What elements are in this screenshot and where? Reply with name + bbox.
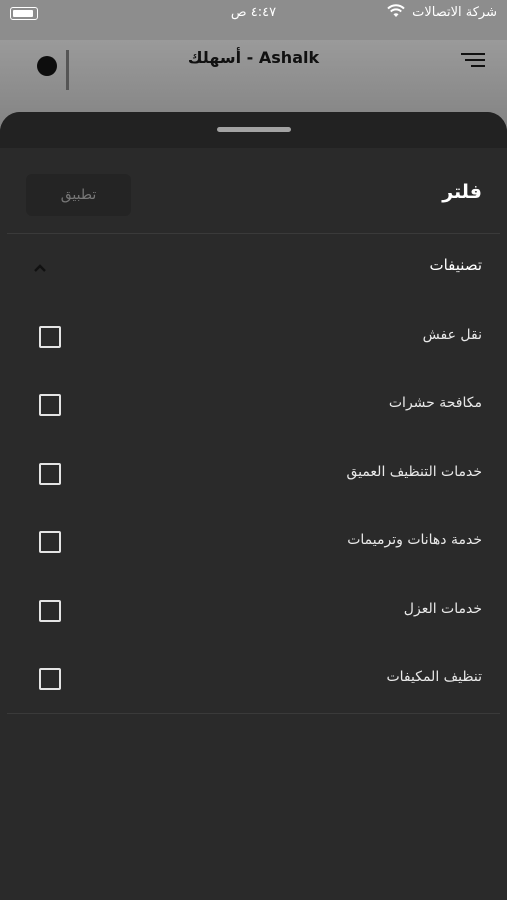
category-label: نقل عفش bbox=[422, 327, 482, 343]
category-checkbox[interactable] bbox=[39, 394, 61, 416]
category-checkbox[interactable] bbox=[39, 668, 61, 690]
wifi-icon bbox=[387, 4, 405, 22]
category-row[interactable]: خدمة دهانات وترميمات bbox=[0, 522, 507, 562]
sheet-grabber[interactable] bbox=[217, 127, 291, 132]
status-bar: ٤:٤٧ ص شركة الاتصالات bbox=[0, 0, 507, 28]
sheet-handle-area[interactable] bbox=[0, 112, 507, 148]
category-label: خدمات العزل bbox=[403, 601, 482, 617]
divider bbox=[7, 233, 500, 234]
category-row[interactable]: خدمات العزل bbox=[0, 591, 507, 631]
category-label: خدمات التنظيف العميق bbox=[346, 464, 482, 480]
categories-section-title[interactable]: تصنيفات bbox=[429, 256, 482, 274]
category-label: خدمة دهانات وترميمات bbox=[347, 532, 482, 548]
apply-button[interactable]: تطبيق bbox=[26, 174, 131, 216]
divider bbox=[7, 713, 500, 714]
chevron-up-icon[interactable] bbox=[31, 260, 49, 278]
category-row[interactable]: نقل عفش bbox=[0, 317, 507, 357]
category-label: مكافحة حشرات bbox=[388, 395, 482, 411]
category-row[interactable]: مكافحة حشرات bbox=[0, 385, 507, 425]
category-checkbox[interactable] bbox=[39, 600, 61, 622]
filter-title: فلتر bbox=[442, 181, 482, 203]
menu-icon[interactable] bbox=[461, 53, 485, 69]
app-header: أسهلك - Ashalk bbox=[0, 40, 507, 90]
app-title: أسهلك - Ashalk bbox=[187, 48, 320, 67]
category-row[interactable]: تنظيف المكيفات bbox=[0, 659, 507, 699]
category-label: تنظيف المكيفات bbox=[386, 669, 482, 685]
category-checkbox[interactable] bbox=[39, 463, 61, 485]
filter-sheet: فلتر تطبيق تصنيفات نقل عفش مكافحة حشرات … bbox=[0, 112, 507, 900]
carrier-name: شركة الاتصالات bbox=[412, 5, 497, 20]
category-checkbox[interactable] bbox=[39, 531, 61, 553]
category-checkbox[interactable] bbox=[39, 326, 61, 348]
category-row[interactable]: خدمات التنظيف العميق bbox=[0, 454, 507, 494]
